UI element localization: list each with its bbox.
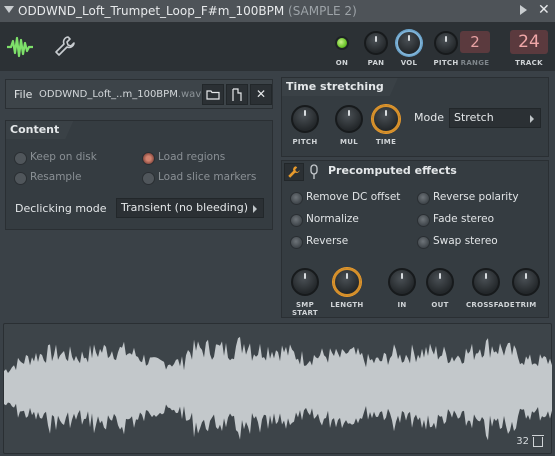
crossfade-label: CROSSFADE [466, 301, 515, 309]
file-label: File [14, 88, 33, 101]
waveform-display[interactable]: 32 [3, 323, 552, 454]
file-panel: File ODDWND_Loft_..m_100BPM.wav ✕ [5, 79, 273, 109]
fade-in-label: IN [397, 301, 407, 309]
file-name-main: ODDWND_Loft_..m_100BPM [39, 89, 178, 100]
title-bar: ODDWND_Loft_Trumpet_Loop_F#m_100BPM (SAM… [0, 0, 555, 23]
reverse-polarity-option[interactable]: Reverse polarity [417, 191, 519, 205]
stretch-mode-select[interactable]: Stretch [449, 108, 541, 128]
remove-file-button[interactable]: ✕ [250, 84, 272, 105]
resample-option[interactable]: Resample [14, 171, 81, 185]
close-icon[interactable]: ✕ [538, 3, 552, 17]
tube-icon [310, 164, 318, 179]
swap-stereo-option[interactable]: Swap stereo [417, 235, 498, 249]
stretch-mul-label: MUL [339, 138, 358, 146]
sample-name: ODDWND_Loft_Trumpet_Loop_F#m_100BPM [18, 4, 285, 18]
waveform-tab-icon[interactable] [6, 35, 34, 59]
range-label: RANGE [460, 59, 490, 67]
length-label: LENGTH [330, 301, 364, 309]
pan-knob[interactable] [364, 31, 388, 55]
time-stretching-panel: Time stretching PITCH MUL TIME Mode Stre… [281, 77, 549, 157]
volume-knob[interactable] [396, 30, 422, 56]
volume-label: VOL [400, 59, 418, 67]
sample-start-knob[interactable] [291, 268, 319, 296]
load-regions-option[interactable]: Load regions [142, 151, 225, 165]
fade-stereo-option[interactable]: Fade stereo [417, 213, 494, 227]
fade-out-knob[interactable] [426, 268, 454, 296]
time-stretching-title: Time stretching [282, 78, 398, 96]
on-led[interactable] [335, 36, 349, 50]
next-arrow-icon[interactable] [520, 5, 527, 15]
precomputed-effects-title: Precomputed effects [328, 164, 457, 177]
declicking-mode-select[interactable]: Transient (no bleeding) [116, 198, 264, 218]
trim-label: TRIM [515, 301, 537, 309]
folder-icon [206, 90, 220, 100]
precomputed-effects-panel: Precomputed effects Remove DC offset Rev… [281, 160, 549, 318]
file-name: ODDWND_Loft_..m_100BPM.wav [39, 89, 201, 100]
open-folder-button[interactable] [202, 84, 224, 105]
menu-arrow-icon[interactable] [4, 6, 14, 13]
crossfade-knob[interactable] [472, 268, 500, 296]
effects-wrench-button[interactable] [284, 163, 304, 181]
mode-label: Mode [414, 111, 444, 124]
close-icon: ✕ [255, 87, 267, 101]
wrench-tab-icon[interactable] [54, 35, 76, 57]
stretch-time-knob[interactable] [372, 105, 400, 133]
normalize-option[interactable]: Normalize [290, 213, 359, 227]
declicking-mode-label: Declicking mode [15, 202, 107, 215]
remove-dc-offset-option[interactable]: Remove DC offset [290, 191, 400, 205]
locate-icon [232, 88, 242, 101]
stretch-pitch-label: PITCH [292, 138, 318, 146]
track-label: TRACK [515, 59, 543, 67]
fade-out-label: OUT [431, 301, 449, 309]
stretch-mode-value: Stretch [454, 111, 494, 124]
fade-in-knob[interactable] [388, 268, 416, 296]
trim-knob[interactable] [512, 268, 540, 296]
track-value[interactable]: 24 [510, 30, 548, 54]
stretch-time-label: TIME [375, 138, 397, 146]
file-name-ext: .wav [177, 89, 202, 100]
stretch-mul-knob[interactable] [335, 105, 363, 133]
locate-file-button[interactable] [226, 84, 248, 105]
waveform [4, 336, 552, 441]
length-knob[interactable] [333, 268, 361, 296]
content-panel: Content Keep on disk Load regions Resamp… [5, 120, 273, 230]
window-title: ODDWND_Loft_Trumpet_Loop_F#m_100BPM (SAM… [18, 4, 357, 18]
stretch-pitch-knob[interactable] [291, 105, 319, 133]
waveform-shape [4, 336, 552, 441]
sample-index: (SAMPLE 2) [288, 4, 357, 18]
declicking-mode-value: Transient (no bleeding) [121, 201, 249, 214]
keep-on-disk-option[interactable]: Keep on disk [14, 151, 97, 165]
load-slice-markers-option[interactable]: Load slice markers [142, 171, 256, 185]
chevron-right-icon [253, 205, 257, 213]
pitch-knob[interactable] [434, 31, 458, 55]
sample-start-label: SMP START [291, 301, 319, 317]
zoom-value: 32 [516, 436, 529, 447]
range-value[interactable]: 2 [460, 31, 490, 53]
content-section-title: Content [6, 121, 73, 139]
channel-toolbar: ON PAN VOL PITCH 2 RANGE 24 TRACK [0, 23, 555, 71]
chevron-right-icon [530, 115, 534, 123]
reverse-option[interactable]: Reverse [290, 235, 348, 249]
wrench-icon [288, 166, 300, 178]
zoom-icon[interactable] [532, 435, 544, 447]
